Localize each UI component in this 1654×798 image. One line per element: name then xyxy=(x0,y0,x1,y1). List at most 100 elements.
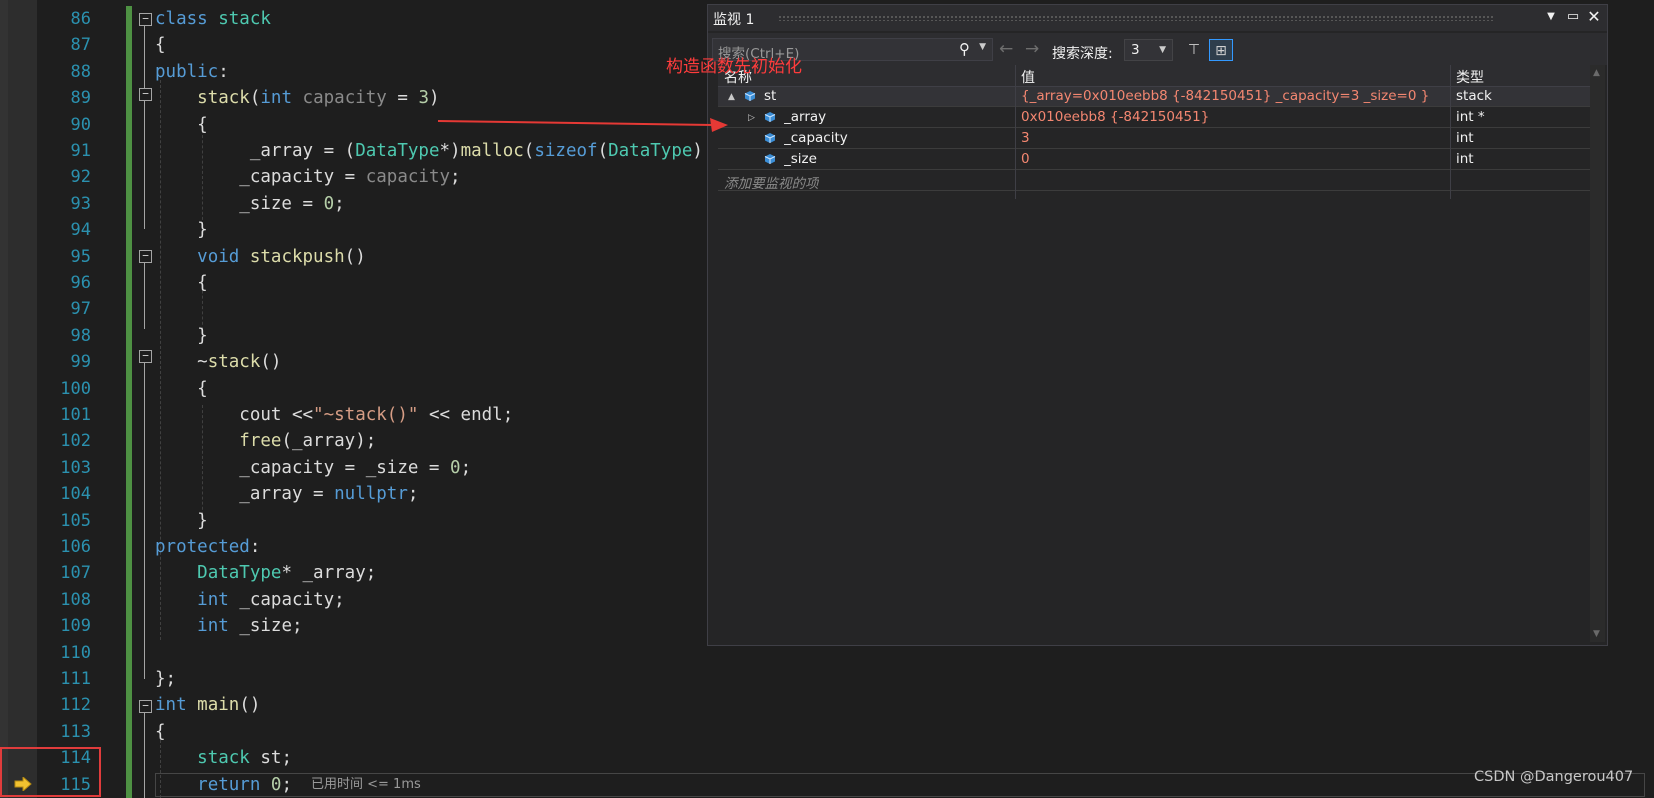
scroll-up-icon[interactable]: ▲ xyxy=(1593,68,1600,78)
code-token: }; xyxy=(155,669,177,689)
code-token: 0 xyxy=(450,457,461,478)
code-token: void xyxy=(197,246,250,267)
code-line[interactable]: _array = nullptr; xyxy=(155,481,418,507)
code-line[interactable]: int main() xyxy=(155,692,260,718)
code-line[interactable]: } xyxy=(155,508,208,534)
code-line[interactable]: void stackpush() xyxy=(155,244,366,270)
code-token: _array xyxy=(249,141,314,161)
code-line[interactable]: int _capacity; xyxy=(155,587,345,613)
chevron-down-icon[interactable]: ▼ xyxy=(979,42,986,52)
watch-value[interactable]: 0 xyxy=(1021,151,1446,167)
pin-filter-icon[interactable]: ⊤ xyxy=(1182,39,1206,61)
drag-grip[interactable] xyxy=(778,15,1493,21)
search-depth-select[interactable]: 3 ▼ xyxy=(1124,39,1173,61)
code-token: () xyxy=(344,246,366,267)
vertical-scrollbar[interactable]: ▲ ▼ xyxy=(1590,65,1605,642)
search-icon[interactable]: ⚲ xyxy=(959,40,970,58)
code-token: free xyxy=(239,431,282,452)
grid-header: 名称 值 类型 xyxy=(718,65,1593,87)
line-number: 101 xyxy=(60,405,91,425)
code-token: sizeof xyxy=(534,141,598,161)
code-line[interactable]: { xyxy=(155,270,208,296)
back-arrow-icon[interactable]: ← xyxy=(999,41,1013,58)
code-line[interactable]: { xyxy=(155,376,208,402)
watch-row[interactable]: ▷ _array 0x010eebb8 {-842150451} int * xyxy=(718,108,1593,128)
code-token: ( xyxy=(597,141,609,161)
line-number: 93 xyxy=(70,193,91,214)
code-token: * _array; xyxy=(281,563,377,584)
watch-row[interactable]: _size 0 int xyxy=(718,150,1593,170)
code-line[interactable]: ~stack() xyxy=(155,349,281,375)
search-depth-value: 3 xyxy=(1131,42,1140,58)
line-number: 95 xyxy=(70,246,91,267)
add-watch-row[interactable]: 添加要监视的项 xyxy=(718,171,1593,192)
code-line[interactable]: protected: xyxy=(155,534,260,560)
scroll-down-icon[interactable]: ▼ xyxy=(1593,629,1600,639)
column-header-value[interactable]: 值 xyxy=(1021,67,1035,87)
collapse-icon[interactable]: − xyxy=(139,350,152,363)
watch-name: _size xyxy=(784,151,817,167)
arrow-right-icon xyxy=(14,777,32,791)
code-token: main xyxy=(197,695,240,716)
tab-view-icon[interactable]: ⊞ xyxy=(1209,39,1233,61)
code-line[interactable]: DataType* _array; xyxy=(155,560,376,586)
code-line[interactable]: _capacity = capacity; xyxy=(155,164,460,190)
line-number: 113 xyxy=(60,721,91,742)
code-line[interactable]: return 0; xyxy=(155,772,292,798)
code-token: << endl; xyxy=(418,405,514,425)
line-number: 94 xyxy=(70,220,91,241)
code-line[interactable]: { xyxy=(155,719,166,745)
line-number: 108 xyxy=(60,589,91,610)
watch-value[interactable]: 3 xyxy=(1021,130,1446,146)
code-token: () xyxy=(239,695,261,716)
watch-value[interactable]: 0x010eebb8 {-842150451} xyxy=(1021,109,1446,125)
line-number: 109 xyxy=(60,616,91,637)
watch-title-bar[interactable]: 监视 1 ▼ ▭ ✕ xyxy=(708,5,1607,31)
column-divider[interactable] xyxy=(1015,65,1016,199)
watch-type: stack xyxy=(1456,88,1492,104)
watch-row[interactable]: _capacity 3 int xyxy=(718,129,1593,149)
maximize-icon[interactable]: ▭ xyxy=(1564,8,1582,26)
forward-arrow-icon[interactable]: → xyxy=(1025,41,1039,58)
object-icon xyxy=(764,132,776,148)
column-header-type[interactable]: 类型 xyxy=(1456,67,1484,87)
close-icon[interactable]: ✕ xyxy=(1585,8,1603,26)
code-line[interactable]: int _size; xyxy=(155,613,302,639)
code-token: } xyxy=(155,220,208,241)
watch-value[interactable]: {_array=0x010eebb8 {-842150451} _capacit… xyxy=(1021,88,1446,104)
code-line[interactable]: }; xyxy=(155,666,176,692)
code-token: << xyxy=(291,405,314,425)
chevron-down-icon: ▼ xyxy=(1159,45,1166,55)
column-divider[interactable] xyxy=(1450,65,1451,199)
code-line[interactable]: cout <<"~stack()" << endl; xyxy=(155,402,513,428)
code-token: nullptr xyxy=(334,484,408,505)
line-number: 92 xyxy=(70,167,91,188)
collapse-icon[interactable]: − xyxy=(139,250,152,263)
code-line[interactable]: stack st; xyxy=(155,745,292,771)
code-line[interactable]: _array = (DataType*)malloc(sizeof(DataTy… xyxy=(155,138,703,164)
code-token: ( xyxy=(523,141,535,161)
watch-type: int xyxy=(1456,151,1474,167)
fold-line xyxy=(144,363,145,679)
code-token: _capacity = _size = xyxy=(155,457,451,478)
code-line[interactable]: _size = 0; xyxy=(155,191,344,217)
line-number: 112 xyxy=(60,695,91,716)
code-token: 0 xyxy=(323,193,335,214)
code-token: stackpush xyxy=(249,246,345,267)
dropdown-icon[interactable]: ▼ xyxy=(1542,8,1560,26)
code-line[interactable]: } xyxy=(155,217,208,243)
collapse-icon[interactable]: − xyxy=(139,700,152,713)
watch-toolbar: 搜索(Ctrl+E) ⚲ ▼ ← → 搜索深度: 3 ▼ ⊤ ⊞ xyxy=(708,33,1607,65)
code-line[interactable]: _capacity = _size = 0; xyxy=(155,455,471,481)
code-line[interactable]: } xyxy=(155,323,208,349)
code-token: = xyxy=(291,193,324,214)
line-number: 91 xyxy=(70,141,91,161)
watch-row[interactable]: ▲ st {_array=0x010eebb8 {-842150451} _capa… xyxy=(718,87,1593,107)
code-token: st; xyxy=(260,748,292,769)
line-number: 103 xyxy=(60,457,91,478)
code-line[interactable]: free(_array); xyxy=(155,428,376,454)
fold-line xyxy=(144,263,145,329)
